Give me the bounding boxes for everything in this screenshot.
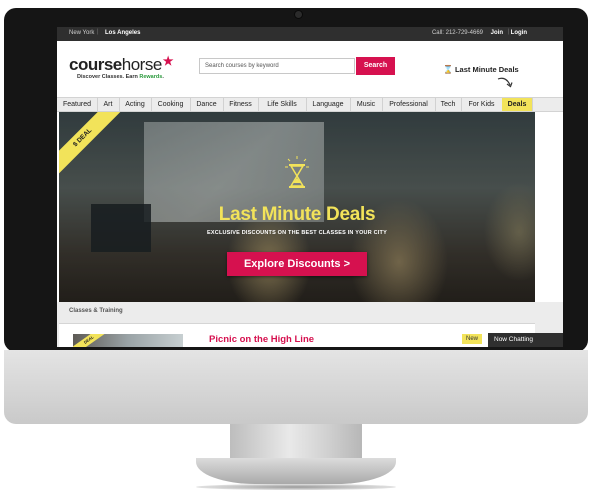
logo-course: course — [69, 55, 122, 74]
tab-cooking[interactable]: Cooking — [151, 98, 191, 111]
explore-discounts-button[interactable]: Explore Discounts > — [227, 252, 367, 276]
tab-dance[interactable]: Dance — [190, 98, 224, 111]
hero-banner: $ DEAL Last Minute Deals EXCLUSIVE DISCO… — [59, 112, 535, 302]
last-minute-deals-link[interactable]: ⌛ Last Minute Deals — [443, 65, 519, 74]
hourglass-icon: ⌛ — [443, 65, 453, 74]
tagline-end: . — [162, 74, 164, 80]
tab-featured[interactable]: Featured — [57, 98, 98, 111]
monitor-stand-neck — [230, 424, 362, 462]
tab-life-skills[interactable]: Life Skills — [258, 98, 307, 111]
logo-horse: horse — [121, 55, 163, 74]
last-minute-deals-label: Last Minute Deals — [454, 65, 519, 74]
monitor-shadow — [196, 484, 396, 490]
tagline-rewards: Rewards — [139, 74, 163, 80]
logo[interactable]: coursehorse★ — [69, 54, 174, 75]
section-label: Classes & Training — [69, 308, 123, 314]
webcam — [295, 11, 302, 18]
tab-for-kids[interactable]: For Kids — [461, 98, 503, 111]
monitor-stand-base — [196, 458, 396, 484]
phone-number: Call: 212-729-4669 — [431, 30, 483, 36]
tab-music[interactable]: Music — [350, 98, 383, 111]
city-separator: | — [97, 29, 99, 35]
tab-tech[interactable]: Tech — [435, 98, 462, 111]
search-input[interactable]: Search courses by keyword — [199, 58, 355, 74]
city-new-york-link[interactable]: New York — [69, 30, 94, 36]
class-card[interactable]: DEAL Picnic on the High Line New — [59, 323, 535, 347]
tab-art[interactable]: Art — [97, 98, 120, 111]
top-bar: New York | Los Angeles Call: 212-729-466… — [57, 27, 563, 41]
tab-professional[interactable]: Professional — [382, 98, 436, 111]
tab-language[interactable]: Language — [306, 98, 351, 111]
card-deal-ribbon: DEAL — [73, 334, 108, 347]
now-chatting-widget[interactable]: Now Chatting — [488, 333, 563, 347]
city-los-angeles-link[interactable]: Los Angeles — [105, 30, 140, 36]
tab-fitness[interactable]: Fitness — [223, 98, 259, 111]
search-button[interactable]: Search — [356, 57, 395, 75]
curved-arrow-icon — [497, 77, 513, 88]
hero-title: Last Minute Deals — [218, 204, 376, 225]
browser-screen: New York | Los Angeles Call: 212-729-466… — [57, 27, 563, 347]
class-thumbnail[interactable]: DEAL — [73, 334, 183, 347]
monitor-chin — [4, 350, 588, 424]
tab-deals[interactable]: Deals — [502, 98, 533, 111]
tagline: Discover Classes. Earn Rewards. — [77, 74, 164, 80]
category-nav: Featured Art Acting Cooking Dance Fitnes… — [57, 97, 563, 112]
join-link[interactable]: Join — [491, 30, 503, 36]
tagline-start: Discover Classes. Earn — [77, 74, 140, 80]
site-header: coursehorse★ Discover Classes. Earn Rewa… — [57, 41, 563, 97]
star-icon: ★ — [162, 54, 174, 68]
class-title[interactable]: Picnic on the High Line — [209, 334, 314, 345]
hero-subtitle: EXCLUSIVE DISCOUNTS ON THE BEST CLASSES … — [207, 230, 387, 236]
auth-separator: | — [507, 29, 509, 35]
login-link[interactable]: Login — [511, 30, 527, 36]
tab-acting[interactable]: Acting — [119, 98, 152, 111]
new-badge: New — [462, 334, 483, 344]
hourglass-icon — [285, 156, 309, 188]
